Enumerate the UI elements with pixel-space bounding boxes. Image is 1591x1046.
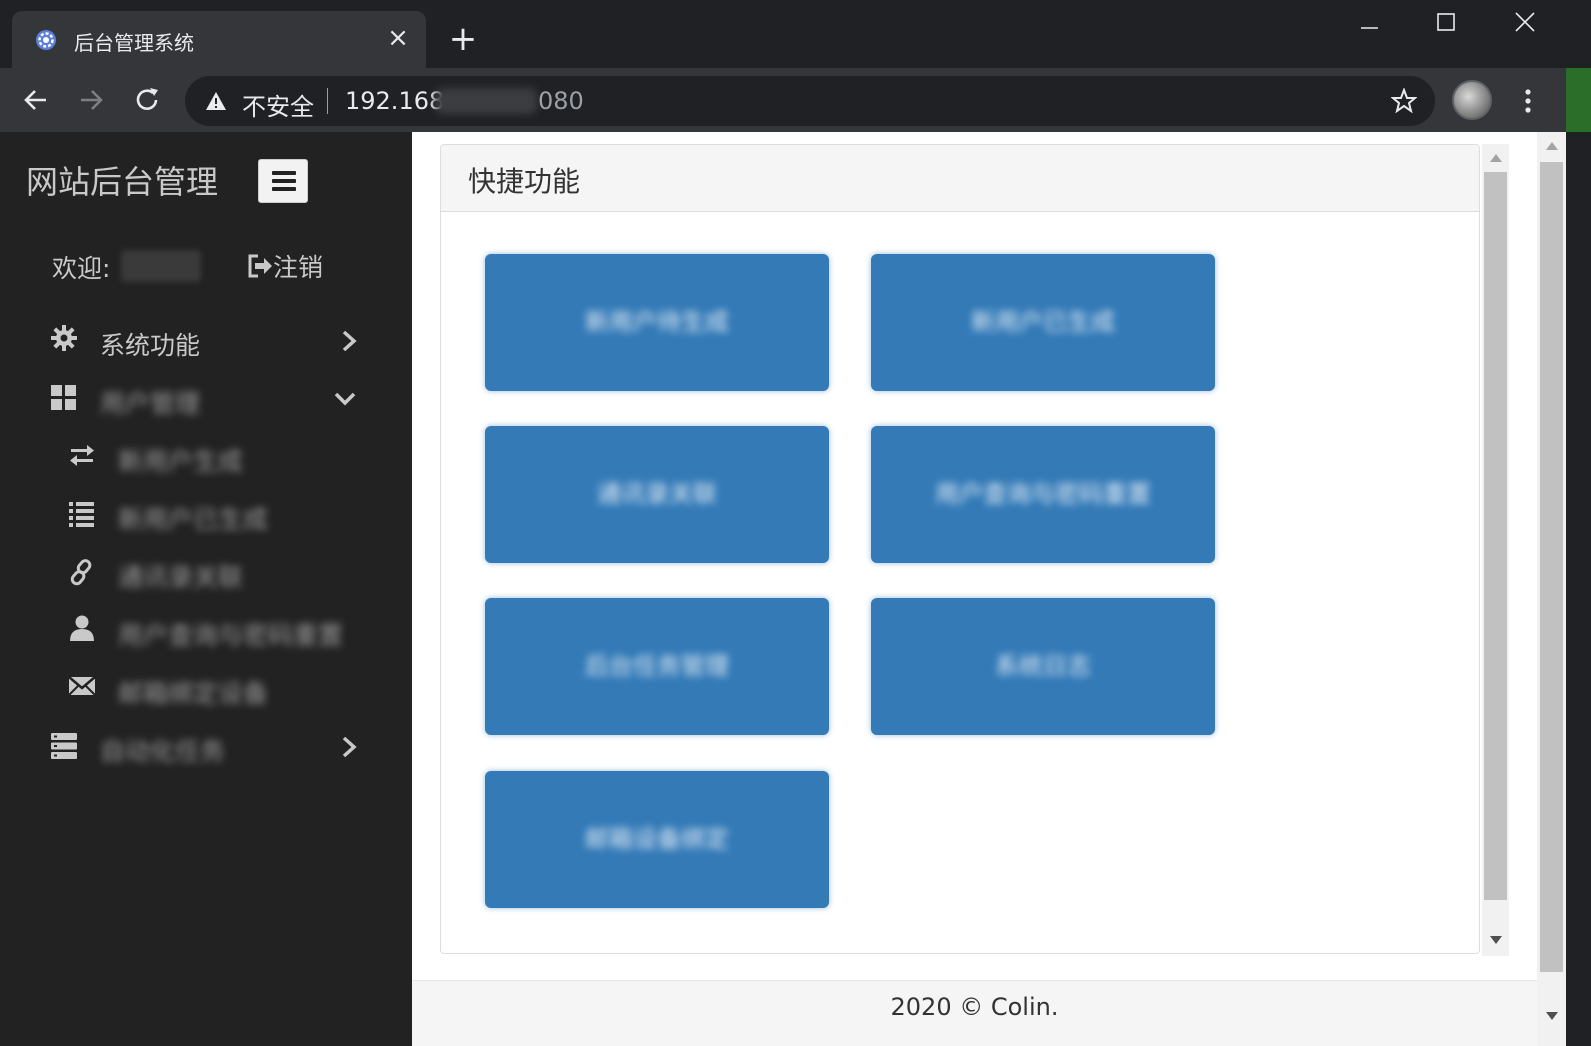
sidebar-item-label: 用户管理 bbox=[100, 389, 201, 418]
gear-icon bbox=[51, 325, 77, 351]
warning-icon bbox=[206, 92, 226, 110]
profile-avatar[interactable] bbox=[1452, 80, 1492, 120]
sidebar-item-system[interactable]: 系统功能 bbox=[0, 316, 412, 366]
url-redacted bbox=[435, 88, 537, 114]
browser-tabbar: 后台管理系统 × + bbox=[0, 0, 1591, 68]
quick-button-new-user-pending[interactable]: 新用户待生成 bbox=[485, 254, 829, 391]
sidebar-item-user-management[interactable]: 用户管理 bbox=[0, 374, 412, 424]
tab-close-icon[interactable]: × bbox=[384, 24, 412, 52]
quick-button-label: 新用户待生成 bbox=[585, 308, 729, 336]
hamburger-bar bbox=[272, 171, 296, 175]
tab-title: 后台管理系统 bbox=[74, 31, 194, 55]
site-brand[interactable]: 网站后台管理 bbox=[26, 157, 218, 203]
hamburger-bar bbox=[272, 179, 296, 183]
page-scrollbar-thumb[interactable] bbox=[1540, 162, 1563, 972]
server-icon bbox=[51, 733, 77, 759]
sign-out-icon bbox=[248, 254, 272, 278]
gear-favicon-icon bbox=[36, 30, 56, 50]
sidebar-item-label: 新用户已生成 bbox=[118, 505, 269, 534]
envelope-icon bbox=[68, 676, 96, 696]
bookmark-star-icon[interactable] bbox=[1391, 88, 1417, 114]
panel-title: 快捷功能 bbox=[468, 165, 581, 198]
hamburger-bar bbox=[272, 187, 296, 191]
sidebar: 网站后台管理 欢迎: 注销 系统功能 用户管理 新用户生成 新用户已生成 通讯录… bbox=[0, 132, 412, 1046]
sidebar-subitem-user-query[interactable]: 用户查询与密码重置 bbox=[0, 606, 412, 656]
sidebar-item-label: 用户查询与密码重置 bbox=[118, 621, 344, 650]
link-icon bbox=[70, 559, 92, 586]
scroll-down-arrow-icon[interactable] bbox=[1490, 936, 1502, 944]
sidebar-subitem-new-user-done[interactable]: 新用户已生成 bbox=[0, 490, 412, 540]
chevron-right-icon bbox=[342, 330, 357, 352]
insecure-label[interactable]: 不安全 bbox=[242, 87, 314, 122]
quick-button-contacts-link[interactable]: 通讯录关联 bbox=[485, 426, 829, 563]
maximize-icon[interactable] bbox=[1426, 6, 1466, 40]
url-port[interactable]: 080 bbox=[538, 87, 584, 115]
address-bar[interactable]: 不安全 192.168 080 bbox=[185, 76, 1435, 126]
page-scrollbar[interactable] bbox=[1537, 132, 1566, 1046]
back-arrow-icon[interactable] bbox=[18, 82, 54, 118]
sidebar-item-label: 自动化任务 bbox=[100, 737, 226, 766]
forward-arrow-icon[interactable] bbox=[73, 82, 109, 118]
sidebar-item-label: 邮箱绑定设备 bbox=[118, 679, 269, 708]
exchange-icon bbox=[70, 445, 94, 466]
menu-toggle-button[interactable] bbox=[258, 159, 308, 203]
panel-heading: 快捷功能 bbox=[441, 145, 1479, 212]
sidebar-item-automation[interactable]: 自动化任务 bbox=[0, 722, 412, 772]
url-text[interactable]: 192.168 bbox=[345, 87, 444, 115]
scroll-up-arrow-icon[interactable] bbox=[1490, 154, 1502, 162]
window-edge bbox=[1566, 68, 1591, 132]
grid-icon bbox=[51, 385, 76, 410]
quick-button-task-management[interactable]: 后台任务管理 bbox=[485, 598, 829, 735]
sidebar-item-label: 新用户生成 bbox=[118, 447, 244, 476]
sidebar-subitem-mail-device[interactable]: 邮箱绑定设备 bbox=[0, 664, 412, 714]
sidebar-item-label: 通讯录关联 bbox=[118, 563, 244, 592]
sidebar-item-label: 系统功能 bbox=[100, 331, 201, 360]
quick-functions-panel: 快捷功能 新用户待生成 新用户已生成 通讯录关联 用户查询与密码重置 后台任务管… bbox=[440, 144, 1480, 954]
quick-button-new-user-generated[interactable]: 新用户已生成 bbox=[871, 254, 1215, 391]
quick-button-label: 用户查询与密码重置 bbox=[935, 480, 1151, 508]
browser-tab[interactable]: 后台管理系统 × bbox=[12, 11, 426, 68]
username-redacted bbox=[121, 250, 201, 282]
sidebar-subitem-new-user[interactable]: 新用户生成 bbox=[0, 432, 412, 482]
minimize-icon[interactable] bbox=[1350, 6, 1390, 40]
logout-link[interactable]: 注销 bbox=[247, 248, 323, 282]
chevron-right-icon bbox=[342, 736, 357, 758]
window-close-icon[interactable] bbox=[1505, 6, 1545, 40]
list-icon bbox=[69, 502, 94, 527]
chevron-down-icon bbox=[334, 392, 356, 406]
quick-button-mail-device-bind[interactable]: 邮箱设备绑定 bbox=[485, 771, 829, 908]
user-icon bbox=[70, 615, 94, 641]
new-tab-button[interactable]: + bbox=[447, 22, 479, 56]
footer-copyright: 2020 © Colin. bbox=[890, 993, 1059, 1021]
quick-button-user-query[interactable]: 用户查询与密码重置 bbox=[871, 426, 1215, 563]
quick-button-label: 系统日志 bbox=[995, 652, 1091, 680]
panel-scrollbar[interactable] bbox=[1482, 144, 1509, 956]
more-menu-icon[interactable] bbox=[1517, 86, 1539, 116]
scroll-down-arrow-icon[interactable] bbox=[1546, 1012, 1558, 1020]
page-content: 网站后台管理 欢迎: 注销 系统功能 用户管理 新用户生成 新用户已生成 通讯录… bbox=[0, 132, 1566, 1046]
panel-scrollbar-thumb[interactable] bbox=[1484, 172, 1507, 900]
quick-button-label: 后台任务管理 bbox=[585, 652, 729, 680]
quick-button-label: 邮箱设备绑定 bbox=[585, 825, 729, 853]
sidebar-subitem-contacts-link[interactable]: 通讯录关联 bbox=[0, 548, 412, 598]
browser-toolbar: 不安全 192.168 080 bbox=[0, 68, 1591, 132]
quick-button-label: 通讯录关联 bbox=[597, 480, 717, 508]
quick-button-label: 新用户已生成 bbox=[971, 308, 1115, 336]
scroll-up-arrow-icon[interactable] bbox=[1546, 142, 1558, 150]
welcome-label: 欢迎: bbox=[52, 254, 111, 283]
reload-icon[interactable] bbox=[129, 82, 165, 118]
omnibox-separator bbox=[327, 88, 328, 114]
page-footer: 2020 © Colin. bbox=[412, 980, 1537, 1046]
logout-label: 注销 bbox=[273, 253, 324, 282]
quick-button-system-log[interactable]: 系统日志 bbox=[871, 598, 1215, 735]
